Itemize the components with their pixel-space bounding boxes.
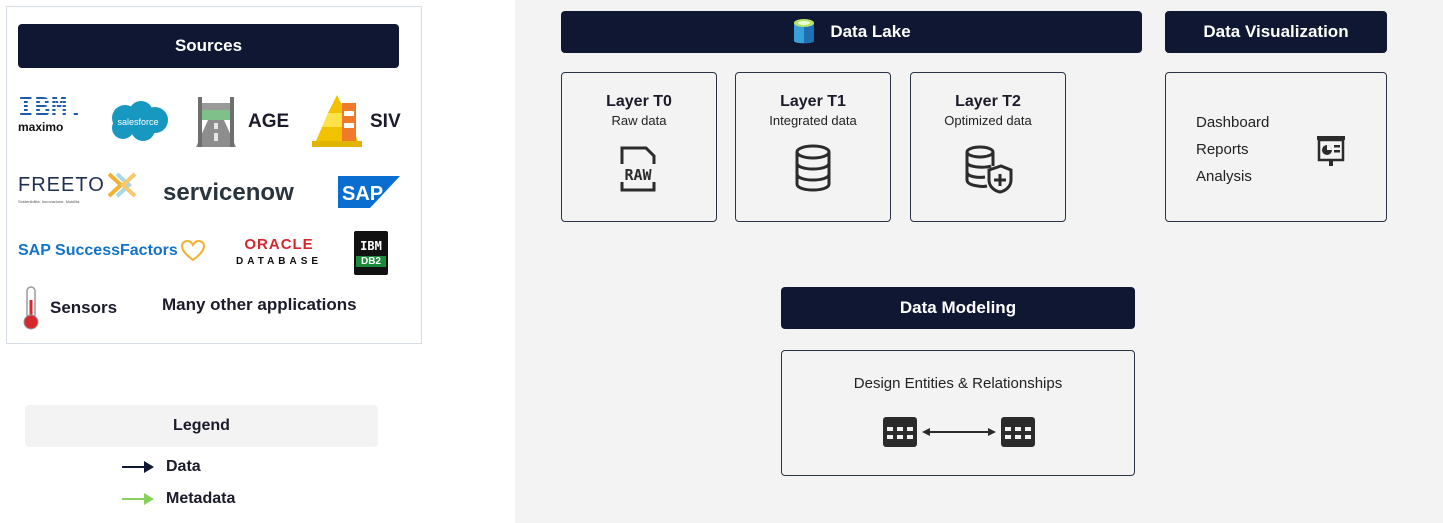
entity-table-icon <box>883 417 917 447</box>
viz-item-reports: Reports <box>1196 141 1249 158</box>
many-other-applications-label: Many other applications <box>162 295 357 314</box>
db2-ibm-text: IBM <box>360 239 382 253</box>
thermometer-icon <box>23 286 39 330</box>
freeto-logo-text: FREETO <box>18 173 105 196</box>
layer-t1-subtitle: Integrated data <box>769 113 857 128</box>
layer-t0-title: Layer T0 <box>606 93 672 110</box>
presentation-chart-icon <box>1317 136 1345 166</box>
maximo-logo-text: maximo <box>18 120 64 134</box>
legend-data-label: Data <box>166 458 201 475</box>
data-lake-icon <box>794 19 815 44</box>
data-visualization-header: Data Visualization <box>1165 11 1387 53</box>
traffic-barrier-icon <box>312 95 362 147</box>
oracle-logo-text: ORACLE <box>244 236 314 253</box>
layer-t2-box: Layer T2 Optimized data <box>910 72 1066 222</box>
ibm-logo-text: IBM. <box>18 93 85 123</box>
architecture-diagram: Sources IBM. maximo salesforce AGE SIV F… <box>0 0 1443 523</box>
database-icon <box>795 144 831 192</box>
legend-metadata-label: Metadata <box>166 490 236 507</box>
many-other-applications-item: Many other applications <box>162 295 357 315</box>
age-logo: AGE <box>194 97 289 147</box>
legend-header: Legend <box>25 405 378 447</box>
legend-item-metadata: Metadata <box>122 490 235 508</box>
data-arrow-icon <box>122 461 154 473</box>
highway-toll-icon <box>196 97 236 147</box>
data-modeling-header: Data Modeling <box>781 287 1135 329</box>
ibm-db2-logo: IBM DB2 <box>354 231 388 275</box>
freeto-tagline: Sostenibilità. Innovazione. Mobilità <box>18 199 80 204</box>
salesforce-logo-text: salesforce <box>117 117 158 127</box>
entity-relationship-icon <box>882 415 1038 451</box>
sensors-label: Sensors <box>50 298 118 317</box>
layer-t1-box: Layer T1 Integrated data <box>735 72 891 222</box>
data-lake-header: Data Lake <box>561 11 1142 53</box>
servicenow-logo: servicenow <box>163 179 294 206</box>
viz-item-dashboard: Dashboard <box>1196 114 1270 131</box>
metadata-arrow-icon <box>122 493 154 505</box>
sensors-item: Sensors <box>22 286 117 330</box>
viz-item-analysis: Analysis <box>1196 168 1252 185</box>
ibm-maximo-logo: IBM. maximo <box>18 93 85 134</box>
data-modeling-box: Design Entities & Relationships <box>781 350 1135 476</box>
sources-header: Sources <box>18 24 399 68</box>
oracle-database-logo: ORACLE DATABASE <box>236 236 322 267</box>
entity-table-icon <box>1001 417 1035 447</box>
oracle-database-text: DATABASE <box>236 256 323 267</box>
sap-successfactors-logo: SAP SuccessFactors <box>18 240 205 262</box>
age-label: AGE <box>248 111 290 132</box>
data-modeling-description: Design Entities & Relationships <box>853 375 1063 392</box>
data-lake-title: Data Lake <box>830 22 911 41</box>
sap-logo: SAP <box>338 176 400 208</box>
legend-item-data: Data <box>122 458 201 476</box>
raw-file-icon: RAW <box>620 146 656 192</box>
layer-t0-subtitle: Raw data <box>611 113 667 128</box>
siv-label: SIV <box>370 111 401 132</box>
sap-logo-text: SAP <box>342 183 383 205</box>
database-shield-icon <box>965 145 1013 194</box>
layer-t2-subtitle: Optimized data <box>944 113 1032 128</box>
heart-icon <box>180 240 205 262</box>
layer-t0-box: Layer T0 Raw data RAW <box>561 72 717 222</box>
successfactors-logo-text: SAP SuccessFactors <box>18 242 178 259</box>
platform-area: Data Lake Layer T0 Raw data RAW Layer T1… <box>515 0 1443 523</box>
freeto-logo: FREETO Sostenibilità. Innovazione. Mobil… <box>18 172 137 204</box>
freeto-x-icon <box>107 172 137 198</box>
data-visualization-box: Dashboard Reports Analysis <box>1165 72 1387 222</box>
salesforce-logo: salesforce <box>105 98 171 144</box>
db2-badge: DB2 <box>356 256 386 267</box>
layer-t2-title: Layer T2 <box>955 93 1021 110</box>
svg-text:RAW: RAW <box>624 166 652 184</box>
layer-t1-title: Layer T1 <box>780 93 846 110</box>
siv-logo: SIV <box>312 95 401 149</box>
